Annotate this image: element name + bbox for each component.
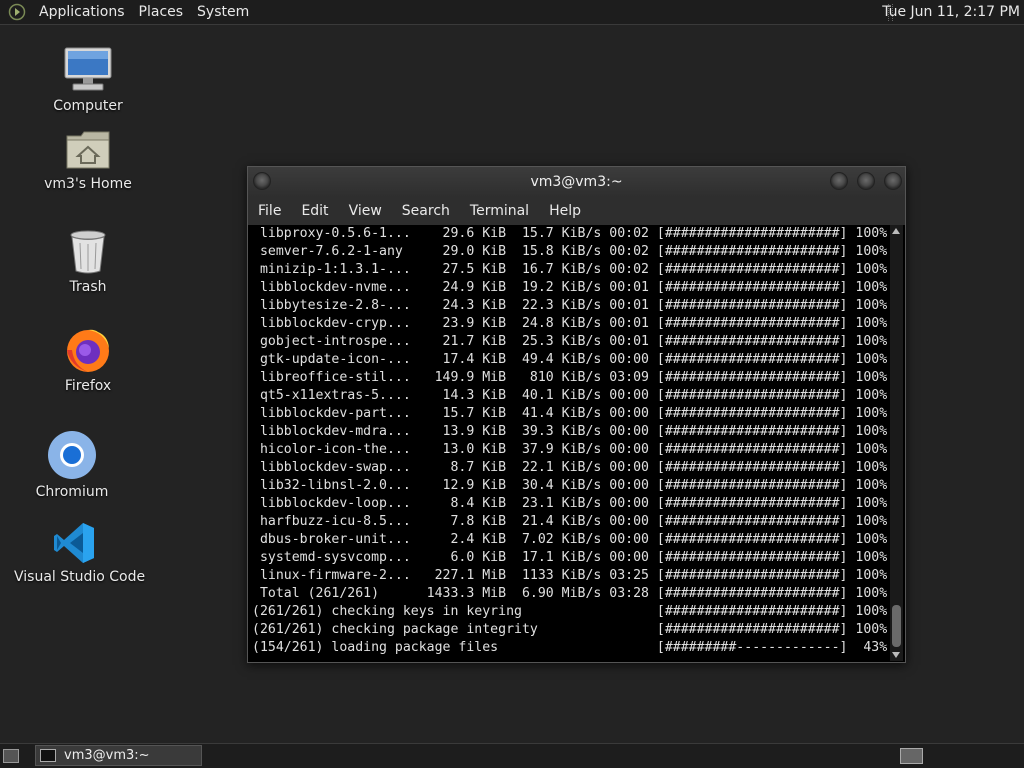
terminal-line: gtk-update-icon-... 17.4 KiB 49.4 KiB/s … <box>252 352 888 367</box>
terminal-output[interactable]: libproxy-0.5.6-1... 29.6 KiB 15.7 KiB/s … <box>250 225 888 661</box>
clock[interactable]: Tue Jun 11, 2:17 PM <box>882 4 1020 20</box>
terminal-icon <box>40 749 56 762</box>
desktop-icon-label: Firefox <box>64 378 112 394</box>
terminal-line: libblockdev-cryp... 23.9 KiB 24.8 KiB/s … <box>252 316 888 331</box>
places-menu[interactable]: Places <box>132 4 191 20</box>
desktop-icon-label: Chromium <box>35 484 109 500</box>
desktop-icon-label: Computer <box>53 98 123 114</box>
chromium-icon <box>48 431 96 479</box>
terminal-line: libreoffice-stil... 149.9 MiB 810 KiB/s … <box>252 370 888 385</box>
bottom-panel: vm3@vm3:~ <box>0 743 1024 768</box>
trash-icon <box>70 230 106 274</box>
terminal-line: harfbuzz-icu-8.5... 7.8 KiB 21.4 KiB/s 0… <box>252 514 888 529</box>
terminal-scrollbar[interactable] <box>890 225 903 661</box>
desktop-icon-label: vm3's Home <box>44 176 132 192</box>
terminal-line: lib32-libnsl-2.0... 12.9 KiB 30.4 KiB/s … <box>252 478 888 493</box>
menu-edit[interactable]: Edit <box>291 203 338 219</box>
terminal-line: libblockdev-loop... 8.4 KiB 23.1 KiB/s 0… <box>252 496 888 511</box>
firefox-icon <box>67 329 109 372</box>
system-menu[interactable]: System <box>190 4 256 20</box>
home-folder-icon <box>66 131 110 169</box>
terminal-line: (261/261) checking package integrity [##… <box>252 622 888 637</box>
desktop-icon-chromium[interactable]: Chromium <box>12 430 132 500</box>
maximize-button[interactable] <box>857 172 875 190</box>
terminal-menubar: File Edit View Search Terminal Help <box>248 197 905 225</box>
gnome-foot-icon[interactable] <box>8 3 26 21</box>
terminal-line: hicolor-icon-the... 13.0 KiB 37.9 KiB/s … <box>252 442 888 457</box>
scrollbar-thumb[interactable] <box>892 605 901 647</box>
menu-help[interactable]: Help <box>539 203 591 219</box>
desktop-icon-firefox[interactable]: Firefox <box>28 326 148 394</box>
desktop-icon-label: Visual Studio Code <box>14 569 146 585</box>
scroll-down-arrow-icon[interactable] <box>892 652 900 658</box>
close-button[interactable] <box>884 172 902 190</box>
computer-icon <box>64 47 112 91</box>
terminal-line: libbytesize-2.8-... 24.3 KiB 22.3 KiB/s … <box>252 298 888 313</box>
minimize-button[interactable] <box>830 172 848 190</box>
terminal-line: Total (261/261) 1433.3 MiB 6.90 MiB/s 03… <box>252 586 888 601</box>
menu-terminal[interactable]: Terminal <box>460 203 539 219</box>
desktop-icon-trash[interactable]: Trash <box>28 229 148 295</box>
applications-menu[interactable]: Applications <box>32 4 132 20</box>
terminal-line: systemd-sysvcomp... 6.0 KiB 17.1 KiB/s 0… <box>252 550 888 565</box>
desktop-icon-computer[interactable]: Computer <box>28 46 148 114</box>
vscode-icon <box>54 523 94 563</box>
menu-view[interactable]: View <box>339 203 392 219</box>
terminal-line: libblockdev-nvme... 24.9 KiB 19.2 KiB/s … <box>252 280 888 295</box>
desktop-icon-label: Trash <box>69 279 107 295</box>
terminal-window: vm3@vm3:~ File Edit View Search Terminal… <box>247 166 906 663</box>
terminal-line: qt5-x11extras-5.... 14.3 KiB 40.1 KiB/s … <box>252 388 888 403</box>
desktop-icon-vscode[interactable]: Visual Studio Code <box>14 521 146 585</box>
menu-file[interactable]: File <box>248 203 291 219</box>
window-title: vm3@vm3:~ <box>530 174 623 190</box>
terminal-line: linux-firmware-2... 227.1 MiB 1133 KiB/s… <box>252 568 888 583</box>
show-desktop-icon[interactable] <box>3 749 19 763</box>
taskbar-button-label: vm3@vm3:~ <box>64 748 150 763</box>
workspace-switcher[interactable] <box>900 748 923 764</box>
terminal-line: gobject-introspe... 21.7 KiB 25.3 KiB/s … <box>252 334 888 349</box>
terminal-line: (261/261) checking keys in keyring [####… <box>252 604 888 619</box>
terminal-line: dbus-broker-unit... 2.4 KiB 7.02 KiB/s 0… <box>252 532 888 547</box>
terminal-line: libproxy-0.5.6-1... 29.6 KiB 15.7 KiB/s … <box>252 226 888 241</box>
terminal-line: (154/261) loading package files [#######… <box>252 640 888 655</box>
scroll-up-arrow-icon[interactable] <box>892 228 900 234</box>
desktop-icon-home[interactable]: vm3's Home <box>28 128 148 192</box>
terminal-line: minizip-1:1.3.1-... 27.5 KiB 16.7 KiB/s … <box>252 262 888 277</box>
terminal-line: libblockdev-part... 15.7 KiB 41.4 KiB/s … <box>252 406 888 421</box>
terminal-line: semver-7.6.2-1-any 29.0 KiB 15.8 KiB/s 0… <box>252 244 888 259</box>
terminal-line: libblockdev-swap... 8.7 KiB 22.1 KiB/s 0… <box>252 460 888 475</box>
terminal-line: libblockdev-mdra... 13.9 KiB 39.3 KiB/s … <box>252 424 888 439</box>
menu-search[interactable]: Search <box>392 203 460 219</box>
taskbar-button-terminal[interactable]: vm3@vm3:~ <box>35 745 202 766</box>
window-titlebar[interactable]: vm3@vm3:~ <box>248 167 905 197</box>
top-panel: Applications Places System Tue Jun 11, 2… <box>0 0 1024 25</box>
